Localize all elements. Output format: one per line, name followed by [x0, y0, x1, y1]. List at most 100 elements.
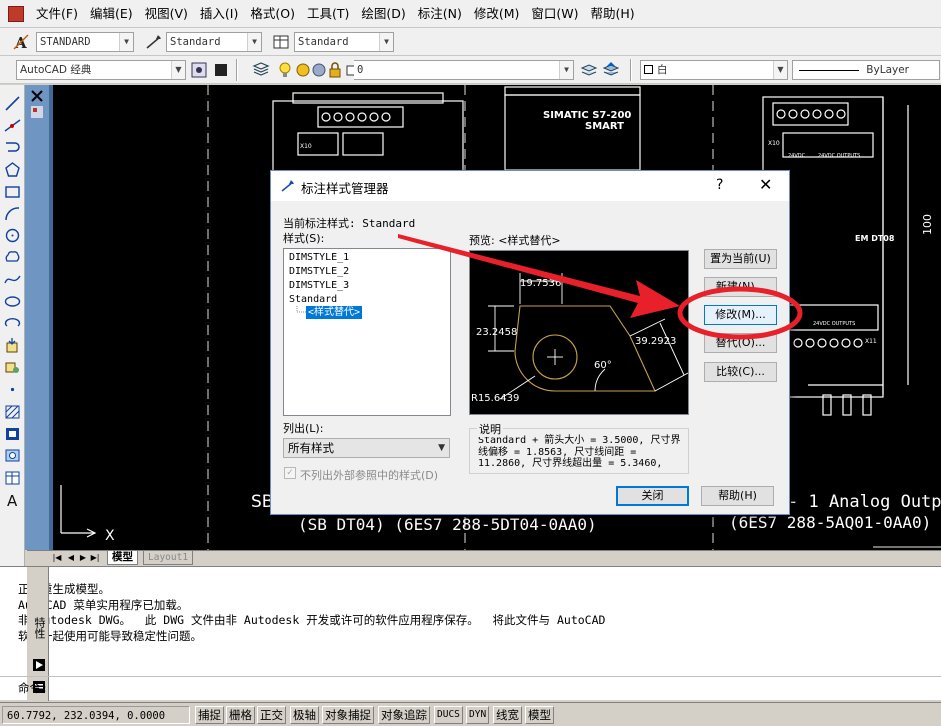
override-button[interactable]: 替代(O)... [704, 333, 777, 353]
tool-palette-strip[interactable] [25, 85, 49, 550]
menu-draw[interactable]: 绘图(D) [355, 0, 411, 28]
dim-style-icon[interactable] [145, 33, 163, 51]
tab-first-icon[interactable]: |◀ [51, 552, 63, 563]
ellipse-arc-icon[interactable] [4, 315, 21, 332]
tab-layout1[interactable]: Layout1 [143, 551, 194, 565]
table-style-icon[interactable] [272, 33, 290, 51]
polyline-tool-icon[interactable] [4, 139, 21, 156]
menu-help[interactable]: 帮助(H) [585, 0, 641, 28]
menu-insert[interactable]: 插入(I) [194, 0, 244, 28]
coordinate-readout[interactable]: 60.7792, 232.0394, 0.0000 [2, 706, 190, 724]
menu-window[interactable]: 窗口(W) [525, 0, 584, 28]
insert-block-icon[interactable] [4, 337, 21, 354]
close-button[interactable]: 关闭 [616, 486, 689, 506]
text-style-select[interactable]: STANDARD ▼ [36, 32, 134, 52]
ortho-toggle[interactable]: 正交 [257, 706, 286, 724]
set-current-button[interactable]: 置为当前(U) [704, 249, 777, 269]
tab-prev-icon[interactable]: ◀ [65, 552, 77, 563]
toolbar-lock-icon[interactable] [212, 61, 230, 79]
table-style-select[interactable]: Standard ▼ [294, 32, 394, 52]
color-select[interactable]: 白 ▼ [640, 60, 788, 80]
cpu-subtitle-text: SMART [585, 121, 624, 132]
command-line: 软件一起使用可能导致稳定性问题。 [18, 628, 202, 643]
snap-toggle[interactable]: 捕捉 [195, 706, 224, 724]
multiline-text-icon[interactable]: A [4, 491, 21, 508]
style-item-standard[interactable]: Standard [289, 293, 337, 306]
ucs-x-label: X [105, 528, 115, 544]
point-tool-icon[interactable] [4, 381, 21, 398]
spline-tool-icon[interactable] [4, 271, 21, 288]
help-button[interactable]: 帮助(H) [701, 486, 774, 506]
autocad-app-icon[interactable] [8, 5, 24, 22]
menu-tools[interactable]: 工具(T) [301, 0, 355, 28]
close-palette-icon[interactable] [30, 89, 44, 103]
ducs-toggle[interactable]: DUCS [434, 706, 463, 724]
menu-format[interactable]: 格式(O) [244, 0, 301, 28]
preview-dim-3: 39.2923 [635, 336, 676, 347]
rectangle-tool-icon[interactable] [4, 183, 21, 200]
grid-toggle[interactable]: 栅格 [226, 706, 255, 724]
table-tool-icon[interactable] [4, 469, 21, 486]
revision-cloud-icon[interactable] [4, 249, 21, 266]
list-filter-select[interactable]: 所有样式 ▼ [283, 438, 450, 458]
help-icon[interactable]: ? [716, 177, 723, 193]
tab-last-icon[interactable]: ▶| [89, 552, 101, 563]
right-bottom-outputs-label: 24VDC OUTPUTS [813, 321, 855, 327]
make-block-icon[interactable] [4, 359, 21, 376]
layer-on-bulb-icon[interactable] [276, 61, 294, 79]
menu-view[interactable]: 视图(V) [139, 0, 194, 28]
dim-style-select[interactable]: Standard ▼ [166, 32, 262, 52]
tab-model[interactable]: 模型 [107, 551, 138, 565]
hatch-tool-icon[interactable] [4, 403, 21, 420]
command-separator [0, 676, 941, 677]
dim-100-text: 100 [921, 214, 934, 235]
workspace-select[interactable]: AutoCAD 经典 ▼ [16, 60, 186, 80]
gradient-tool-icon[interactable] [4, 425, 21, 442]
line-tool-icon[interactable] [4, 95, 21, 112]
modify-button[interactable]: 修改(M)... [704, 305, 777, 325]
palette-options-icon[interactable] [30, 105, 44, 119]
model-space-toggle[interactable]: 模型 [525, 706, 554, 724]
linetype-select[interactable]: ByLayer [792, 60, 940, 80]
layer-select[interactable]: 0 ▼ [354, 60, 574, 80]
x11-label: X11 [865, 338, 877, 345]
compare-button[interactable]: 比较(C)... [704, 362, 777, 382]
style-item-dimstyle3[interactable]: DIMSTYLE_3 [289, 279, 349, 292]
style-item-dimstyle1[interactable]: DIMSTYLE_1 [289, 251, 349, 264]
dialog-titlebar[interactable]: 标注样式管理器 ? ✕ [271, 171, 789, 201]
new-button[interactable]: 新建(N)... [704, 277, 777, 297]
preview-radius: R15.6439 [471, 393, 519, 404]
styles-listbox[interactable]: DIMSTYLE_1 DIMSTYLE_2 DIMSTYLE_3 Standar… [283, 248, 451, 416]
cpu-module-top [504, 86, 641, 96]
style-item-dimstyle2[interactable]: DIMSTYLE_2 [289, 265, 349, 278]
dyn-toggle[interactable]: DYN [466, 706, 490, 724]
circle-tool-icon[interactable] [4, 227, 21, 244]
menu-file[interactable]: 文件(F) [30, 0, 84, 28]
text-style-icon[interactable]: A [12, 33, 30, 51]
lineweight-toggle[interactable]: 线宽 [493, 706, 522, 724]
layer-previous-icon[interactable] [602, 61, 620, 79]
otrack-toggle[interactable]: 对象追踪 [378, 706, 430, 724]
menu-edit[interactable]: 编辑(E) [84, 0, 139, 28]
right-module-output-resistors [808, 384, 883, 416]
polygon-tool-icon[interactable] [4, 161, 21, 178]
osnap-toggle[interactable]: 对象捕捉 [322, 706, 374, 724]
ellipse-tool-icon[interactable] [4, 293, 21, 310]
region-tool-icon[interactable] [4, 447, 21, 464]
palette-play-icon[interactable] [33, 659, 45, 671]
command-prompt[interactable]: 命令: [18, 680, 48, 696]
close-icon[interactable]: ✕ [759, 175, 772, 194]
construction-line-icon[interactable] [4, 117, 21, 134]
layer-properties-icon[interactable] [252, 61, 270, 79]
arc-tool-icon[interactable] [4, 205, 21, 222]
layers-toolbar: AutoCAD 经典 ▼ 0 ▼ 白 ▼ ByLayer [0, 56, 941, 84]
draw-toolbar: A [0, 85, 25, 575]
make-current-layer-icon[interactable] [580, 61, 598, 79]
workspace-settings-icon[interactable] [190, 61, 208, 79]
menu-modify[interactable]: 修改(M) [468, 0, 526, 28]
menu-dimension[interactable]: 标注(N) [412, 0, 468, 28]
tab-next-icon[interactable]: ▶ [77, 552, 89, 563]
polar-toggle[interactable]: 极轴 [290, 706, 319, 724]
style-item-override[interactable]: <样式替代> [306, 306, 363, 319]
exclude-xref-checkbox[interactable]: ✓ [284, 467, 296, 479]
